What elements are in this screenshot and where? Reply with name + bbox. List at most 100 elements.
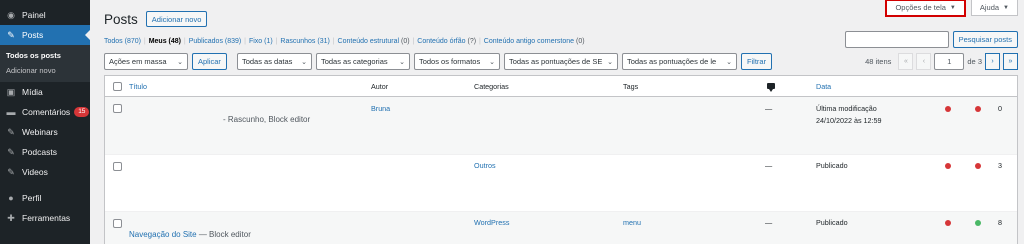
search-box: Pesquisar posts	[844, 31, 1018, 48]
dates-value: Todas as datas	[241, 57, 293, 66]
prev-page-button[interactable]: ‹	[916, 53, 932, 70]
dates-select[interactable]: Todas as datas ⌄	[236, 53, 312, 70]
post-title[interactable]: - Rascunho, Block editor	[129, 115, 310, 124]
pagination: 48 itens « ‹ 1 de 3 › »	[865, 53, 1018, 70]
chevron-down-icon: ⌄	[399, 58, 405, 66]
structural-count: (0)	[400, 38, 410, 45]
sidebar-item-comentarios[interactable]: ▬ Comentários 15	[0, 102, 90, 122]
dashboard-icon: ◉	[7, 9, 15, 20]
link-count: 3	[998, 161, 1002, 170]
view-published[interactable]: Publicados (839)	[189, 38, 242, 45]
sidebar-item-midia[interactable]: ▣ Mídia	[0, 82, 90, 102]
first-page-button[interactable]: «	[898, 53, 914, 70]
seo-score-dot	[945, 106, 951, 112]
formats-select[interactable]: Todos os formatos ⌄	[413, 53, 500, 70]
sidebar-item-painel[interactable]: ◉ Painel	[0, 5, 90, 25]
column-tags: Tags	[623, 82, 639, 91]
bulk-actions-select[interactable]: Ações em massa ⌄	[104, 53, 188, 70]
view-sticky[interactable]: Fixo (1)	[249, 38, 273, 45]
column-title[interactable]: Título	[129, 82, 147, 91]
readability-score-value: Todas as pontuações de le	[626, 57, 717, 66]
screen-options-button[interactable]: Opções de tela ▼	[885, 0, 966, 17]
readability-score-select[interactable]: Todas as pontuações de le ⌄	[621, 53, 737, 70]
media-icon: ▣	[6, 86, 16, 97]
help-button[interactable]: Ajuda ▼	[970, 0, 1018, 16]
pin-icon: ✎	[7, 126, 15, 137]
pin-icon: ✎	[7, 146, 15, 157]
row-checkbox[interactable]	[113, 219, 122, 228]
post-category[interactable]: WordPress	[474, 218, 509, 227]
chevron-down-icon: ⌄	[177, 58, 183, 66]
main-content: Opções de tela ▼ Ajuda ▼ Posts Adicionar…	[90, 0, 1024, 244]
table-row: Navegação do Site — Block editor WordPre…	[105, 212, 1017, 244]
table-header: Título Autor Categorias Tags Data	[105, 76, 1017, 97]
view-mine[interactable]: Meus (48)	[149, 38, 181, 45]
search-posts-button[interactable]: Pesquisar posts	[952, 31, 1018, 48]
posts-submenu: Todos os posts Adicionar novo	[0, 45, 90, 82]
total-pages: de 3	[967, 57, 982, 66]
apply-button[interactable]: Aplicar	[192, 53, 227, 70]
post-date: 24/10/2022 às 12:59	[816, 116, 882, 125]
readability-score-dot	[975, 106, 981, 112]
formats-value: Todos os formatos	[418, 57, 481, 66]
chevron-down-icon: ⌄	[489, 58, 495, 66]
comment-column-icon[interactable]	[767, 83, 775, 92]
search-input[interactable]	[844, 31, 949, 48]
help-label: Ajuda	[979, 3, 1000, 12]
comment-icon: ▬	[6, 107, 16, 117]
add-new-post-button[interactable]: Adicionar novo	[145, 11, 208, 27]
post-tag[interactable]: menu	[623, 218, 641, 227]
post-category[interactable]: Outros	[474, 161, 496, 170]
link-count: 8	[998, 218, 1002, 227]
view-structural[interactable]: Conteúdo estrutural	[338, 38, 399, 45]
categories-select[interactable]: Todas as categorias ⌄	[315, 53, 410, 70]
chevron-down-icon: ⌄	[726, 58, 732, 66]
sidebar-item-podcasts[interactable]: ✎ Podcasts	[0, 142, 90, 162]
sidebar-item-label: Webinars	[22, 127, 58, 137]
row-checkbox[interactable]	[113, 104, 122, 113]
next-page-button[interactable]: ›	[985, 53, 1000, 70]
screen-meta-links: Opções de tela ▼ Ajuda ▼	[885, 0, 1018, 17]
post-title[interactable]: Navegação do Site — Block editor	[129, 230, 251, 239]
table-row: Outros — Publicado 3	[105, 155, 1017, 212]
view-drafts[interactable]: Rascunhos (31)	[280, 38, 329, 45]
column-date[interactable]: Data	[816, 82, 831, 91]
date-status: Última modificação	[816, 104, 877, 113]
admin-sidebar: ◉ Painel ✎ Posts Todos os posts Adiciona…	[0, 0, 90, 244]
sidebar-item-webinars[interactable]: ✎ Webinars	[0, 122, 90, 142]
submenu-all-posts[interactable]: Todos os posts	[0, 48, 90, 63]
sidebar-item-videos[interactable]: ✎ Videos	[0, 162, 90, 182]
column-categories: Categorias	[474, 82, 509, 91]
sidebar-item-perfil[interactable]: ● Perfil	[0, 188, 90, 208]
last-page-button[interactable]: »	[1003, 53, 1018, 70]
page-title: Posts	[104, 11, 138, 27]
sidebar-item-label: Podcasts	[22, 147, 57, 157]
sidebar-item-label: Mídia	[22, 87, 43, 97]
chevron-down-icon: ⌄	[607, 58, 613, 66]
bulk-actions-value: Ações em massa	[109, 57, 167, 66]
sidebar-item-posts[interactable]: ✎ Posts	[0, 25, 90, 45]
submenu-add-new[interactable]: Adicionar novo	[0, 63, 90, 78]
post-state: - Rascunho, Block editor	[223, 115, 311, 124]
sidebar-item-label: Videos	[22, 167, 48, 177]
current-page-input[interactable]: 1	[934, 53, 965, 70]
readability-score-dot	[975, 220, 981, 226]
view-cornerstone[interactable]: Conteúdo antigo cornerstone	[484, 38, 574, 45]
filter-button[interactable]: Filtrar	[740, 53, 773, 70]
column-author: Autor	[371, 82, 389, 91]
post-author[interactable]: Bruna	[371, 104, 390, 113]
pin-icon: ✎	[7, 166, 15, 177]
table-filters: Ações em massa ⌄ Aplicar Todas as datas ⌄ …	[104, 53, 773, 70]
select-all-checkbox[interactable]	[113, 82, 122, 91]
view-all[interactable]: Todos (870)	[104, 38, 141, 45]
row-checkbox[interactable]	[113, 162, 122, 171]
sidebar-item-label: Comentários	[22, 107, 71, 117]
post-title-text: Navegação do Site	[129, 230, 197, 239]
title-row: Posts Adicionar novo	[104, 11, 208, 27]
view-orphan[interactable]: Conteúdo órfão	[417, 38, 465, 45]
seo-score-value: Todas as pontuações de SE	[508, 57, 603, 66]
date-status: Publicado	[816, 218, 848, 227]
pin-icon: ✎	[7, 29, 15, 40]
sidebar-item-ferramentas[interactable]: ✚ Ferramentas	[0, 208, 90, 228]
seo-score-select[interactable]: Todas as pontuações de SE ⌄	[503, 53, 618, 70]
